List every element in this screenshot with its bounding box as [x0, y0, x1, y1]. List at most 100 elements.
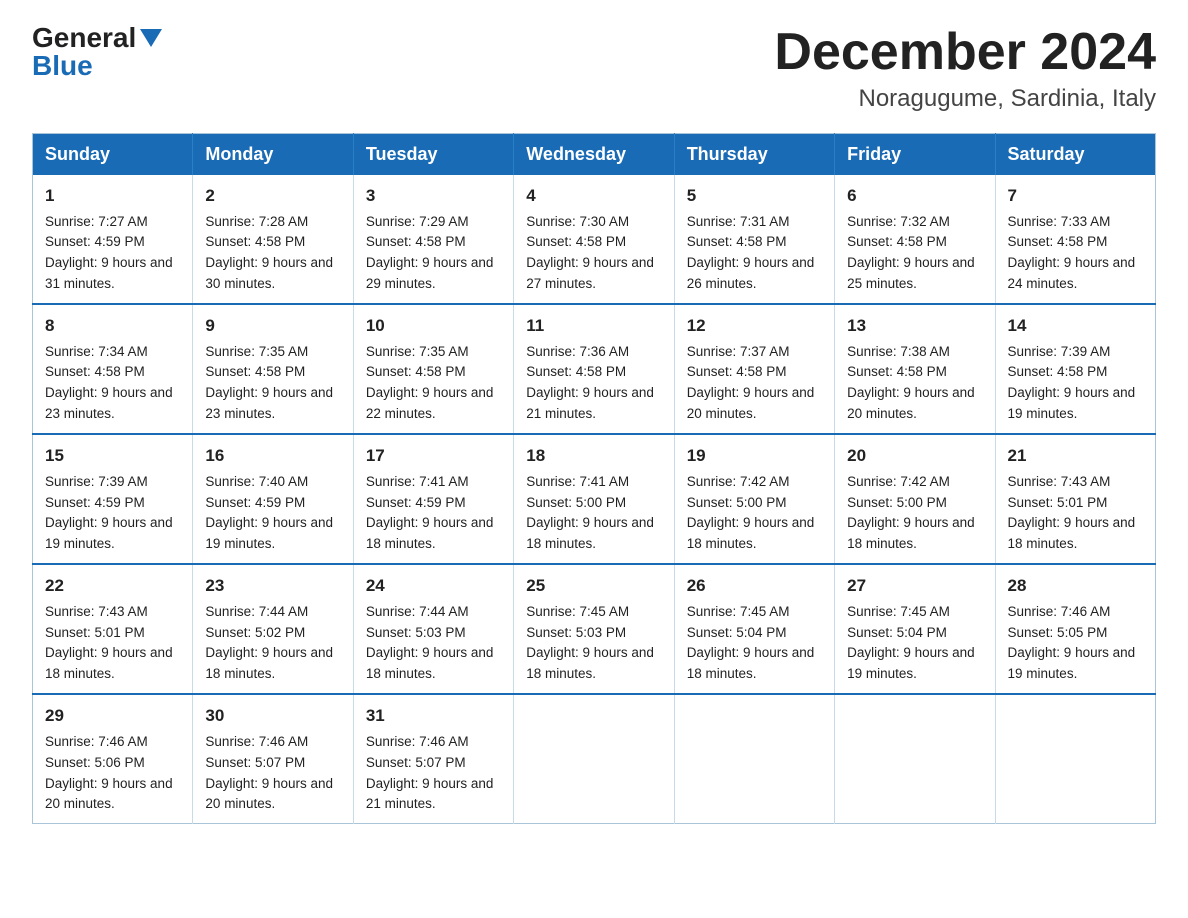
day-info: Sunrise: 7:43 AMSunset: 5:01 PMDaylight:… — [1008, 474, 1136, 552]
page-header: General Blue December 2024 Noragugume, S… — [32, 24, 1156, 113]
day-info: Sunrise: 7:35 AMSunset: 4:58 PMDaylight:… — [366, 344, 494, 422]
calendar-week-row: 22Sunrise: 7:43 AMSunset: 5:01 PMDayligh… — [33, 564, 1156, 694]
day-info: Sunrise: 7:32 AMSunset: 4:58 PMDaylight:… — [847, 214, 975, 292]
calendar-cell: 1 Sunrise: 7:27 AMSunset: 4:59 PMDaylight… — [33, 175, 193, 304]
day-info: Sunrise: 7:28 AMSunset: 4:58 PMDaylight:… — [205, 214, 333, 292]
day-number: 21 — [1008, 443, 1143, 469]
day-number: 7 — [1008, 183, 1143, 209]
header-wednesday: Wednesday — [514, 134, 674, 176]
day-info: Sunrise: 7:36 AMSunset: 4:58 PMDaylight:… — [526, 344, 654, 422]
calendar-cell — [674, 694, 834, 824]
calendar-cell: 2 Sunrise: 7:28 AMSunset: 4:58 PMDaylight… — [193, 175, 353, 304]
day-info: Sunrise: 7:44 AMSunset: 5:02 PMDaylight:… — [205, 604, 333, 682]
day-info: Sunrise: 7:27 AMSunset: 4:59 PMDaylight:… — [45, 214, 173, 292]
day-info: Sunrise: 7:46 AMSunset: 5:05 PMDaylight:… — [1008, 604, 1136, 682]
calendar-week-row: 8 Sunrise: 7:34 AMSunset: 4:58 PMDaylight… — [33, 304, 1156, 434]
day-number: 2 — [205, 183, 340, 209]
day-number: 8 — [45, 313, 180, 339]
title-block: December 2024 Noragugume, Sardinia, Ital… — [774, 24, 1156, 113]
day-number: 20 — [847, 443, 982, 469]
day-number: 31 — [366, 703, 501, 729]
calendar-cell: 29 Sunrise: 7:46 AMSunset: 5:06 PMDayligh… — [33, 694, 193, 824]
calendar-cell: 10 Sunrise: 7:35 AMSunset: 4:58 PMDayligh… — [353, 304, 513, 434]
day-number: 19 — [687, 443, 822, 469]
day-number: 5 — [687, 183, 822, 209]
day-number: 14 — [1008, 313, 1143, 339]
day-info: Sunrise: 7:41 AMSunset: 4:59 PMDaylight:… — [366, 474, 494, 552]
calendar-cell: 25 Sunrise: 7:45 AMSunset: 5:03 PMDayligh… — [514, 564, 674, 694]
header-thursday: Thursday — [674, 134, 834, 176]
calendar-cell: 7Sunrise: 7:33 AMSunset: 4:58 PMDaylight… — [995, 175, 1155, 304]
day-info: Sunrise: 7:29 AMSunset: 4:58 PMDaylight:… — [366, 214, 494, 292]
calendar-cell: 5 Sunrise: 7:31 AMSunset: 4:58 PMDaylight… — [674, 175, 834, 304]
calendar-cell: 8 Sunrise: 7:34 AMSunset: 4:58 PMDaylight… — [33, 304, 193, 434]
calendar-cell: 17 Sunrise: 7:41 AMSunset: 4:59 PMDayligh… — [353, 434, 513, 564]
calendar-header-row: SundayMondayTuesdayWednesdayThursdayFrid… — [33, 134, 1156, 176]
header-friday: Friday — [835, 134, 995, 176]
calendar-cell: 18Sunrise: 7:41 AMSunset: 5:00 PMDayligh… — [514, 434, 674, 564]
calendar-cell: 31Sunrise: 7:46 AMSunset: 5:07 PMDayligh… — [353, 694, 513, 824]
calendar-cell: 9Sunrise: 7:35 AMSunset: 4:58 PMDaylight… — [193, 304, 353, 434]
header-saturday: Saturday — [995, 134, 1155, 176]
day-info: Sunrise: 7:39 AMSunset: 4:58 PMDaylight:… — [1008, 344, 1136, 422]
day-info: Sunrise: 7:46 AMSunset: 5:06 PMDaylight:… — [45, 734, 173, 812]
day-info: Sunrise: 7:38 AMSunset: 4:58 PMDaylight:… — [847, 344, 975, 422]
day-info: Sunrise: 7:45 AMSunset: 5:04 PMDaylight:… — [847, 604, 975, 682]
day-number: 29 — [45, 703, 180, 729]
day-number: 10 — [366, 313, 501, 339]
day-info: Sunrise: 7:31 AMSunset: 4:58 PMDaylight:… — [687, 214, 815, 292]
day-info: Sunrise: 7:34 AMSunset: 4:58 PMDaylight:… — [45, 344, 173, 422]
day-number: 3 — [366, 183, 501, 209]
calendar-cell: 28 Sunrise: 7:46 AMSunset: 5:05 PMDayligh… — [995, 564, 1155, 694]
calendar-week-row: 1 Sunrise: 7:27 AMSunset: 4:59 PMDaylight… — [33, 175, 1156, 304]
day-number: 9 — [205, 313, 340, 339]
day-info: Sunrise: 7:42 AMSunset: 5:00 PMDaylight:… — [847, 474, 975, 552]
day-info: Sunrise: 7:39 AMSunset: 4:59 PMDaylight:… — [45, 474, 173, 552]
calendar-cell: 12Sunrise: 7:37 AMSunset: 4:58 PMDayligh… — [674, 304, 834, 434]
header-tuesday: Tuesday — [353, 134, 513, 176]
day-number: 15 — [45, 443, 180, 469]
calendar-week-row: 29 Sunrise: 7:46 AMSunset: 5:06 PMDayligh… — [33, 694, 1156, 824]
day-info: Sunrise: 7:42 AMSunset: 5:00 PMDaylight:… — [687, 474, 815, 552]
calendar-cell: 21 Sunrise: 7:43 AMSunset: 5:01 PMDayligh… — [995, 434, 1155, 564]
day-info: Sunrise: 7:30 AMSunset: 4:58 PMDaylight:… — [526, 214, 654, 292]
day-number: 23 — [205, 573, 340, 599]
calendar-cell: 13 Sunrise: 7:38 AMSunset: 4:58 PMDayligh… — [835, 304, 995, 434]
calendar-cell: 23 Sunrise: 7:44 AMSunset: 5:02 PMDayligh… — [193, 564, 353, 694]
calendar-cell: 15 Sunrise: 7:39 AMSunset: 4:59 PMDayligh… — [33, 434, 193, 564]
day-number: 4 — [526, 183, 661, 209]
calendar-cell: 20 Sunrise: 7:42 AMSunset: 5:00 PMDayligh… — [835, 434, 995, 564]
day-number: 28 — [1008, 573, 1143, 599]
day-number: 24 — [366, 573, 501, 599]
day-number: 30 — [205, 703, 340, 729]
day-number: 13 — [847, 313, 982, 339]
calendar-cell — [514, 694, 674, 824]
day-number: 25 — [526, 573, 661, 599]
day-number: 1 — [45, 183, 180, 209]
day-number: 27 — [847, 573, 982, 599]
logo-general-text: General — [32, 24, 136, 52]
day-number: 26 — [687, 573, 822, 599]
logo: General Blue — [32, 24, 162, 80]
day-number: 12 — [687, 313, 822, 339]
calendar-table: SundayMondayTuesdayWednesdayThursdayFrid… — [32, 133, 1156, 824]
calendar-cell: 24 Sunrise: 7:44 AMSunset: 5:03 PMDayligh… — [353, 564, 513, 694]
day-number: 22 — [45, 573, 180, 599]
day-info: Sunrise: 7:45 AMSunset: 5:04 PMDaylight:… — [687, 604, 815, 682]
calendar-cell: 4 Sunrise: 7:30 AMSunset: 4:58 PMDaylight… — [514, 175, 674, 304]
calendar-cell: 27 Sunrise: 7:45 AMSunset: 5:04 PMDayligh… — [835, 564, 995, 694]
calendar-week-row: 15 Sunrise: 7:39 AMSunset: 4:59 PMDayligh… — [33, 434, 1156, 564]
calendar-cell: 11 Sunrise: 7:36 AMSunset: 4:58 PMDayligh… — [514, 304, 674, 434]
day-info: Sunrise: 7:40 AMSunset: 4:59 PMDaylight:… — [205, 474, 333, 552]
location-title: Noragugume, Sardinia, Italy — [774, 85, 1156, 113]
header-sunday: Sunday — [33, 134, 193, 176]
logo-blue-text: Blue — [32, 50, 93, 81]
day-number: 11 — [526, 313, 661, 339]
day-number: 6 — [847, 183, 982, 209]
day-info: Sunrise: 7:46 AMSunset: 5:07 PMDaylight:… — [205, 734, 333, 812]
day-info: Sunrise: 7:44 AMSunset: 5:03 PMDaylight:… — [366, 604, 494, 682]
day-info: Sunrise: 7:41 AMSunset: 5:00 PMDaylight:… — [526, 474, 654, 552]
logo-triangle-icon — [140, 25, 162, 47]
day-number: 17 — [366, 443, 501, 469]
day-info: Sunrise: 7:45 AMSunset: 5:03 PMDaylight:… — [526, 604, 654, 682]
